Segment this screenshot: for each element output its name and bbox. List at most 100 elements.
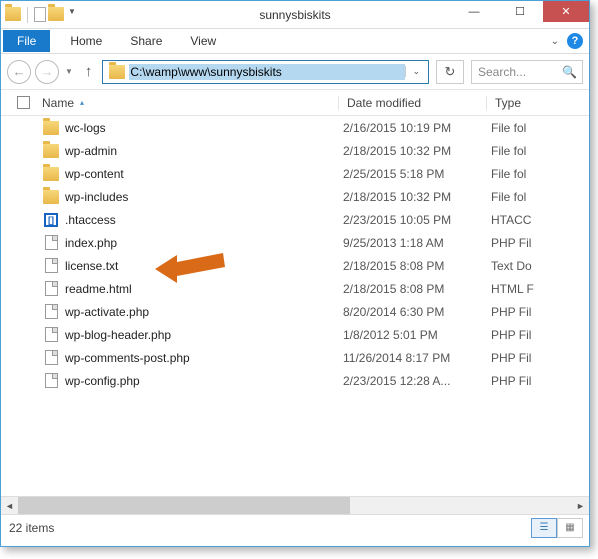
help-icon[interactable]: ? bbox=[567, 33, 583, 49]
address-input[interactable] bbox=[129, 64, 405, 80]
file-icon bbox=[45, 304, 58, 319]
table-row[interactable]: wp-config.php2/23/2015 12:28 A...PHP Fil bbox=[1, 369, 589, 392]
address-dropdown-icon[interactable]: ⌄ bbox=[405, 66, 426, 77]
column-date[interactable]: Date modified bbox=[338, 96, 486, 110]
item-count: 22 items bbox=[9, 521, 54, 535]
tab-share[interactable]: Share bbox=[116, 30, 176, 52]
table-row[interactable]: wc-logs2/16/2015 10:19 PMFile fol bbox=[1, 116, 589, 139]
file-type: PHP Fil bbox=[491, 328, 531, 342]
table-row[interactable]: wp-content2/25/2015 5:18 PMFile fol bbox=[1, 162, 589, 185]
table-row[interactable]: wp-admin2/18/2015 10:32 PMFile fol bbox=[1, 139, 589, 162]
forward-button[interactable]: → bbox=[35, 60, 59, 84]
table-row[interactable]: wp-activate.php8/20/2014 6:30 PMPHP Fil bbox=[1, 300, 589, 323]
tab-file[interactable]: File bbox=[3, 30, 50, 52]
minimize-button[interactable]: — bbox=[451, 1, 497, 22]
column-name[interactable]: Name▴ bbox=[42, 96, 338, 110]
file-icon bbox=[45, 235, 58, 250]
htaccess-icon: [] bbox=[44, 213, 58, 227]
close-button[interactable]: ✕ bbox=[543, 1, 589, 22]
file-name: index.php bbox=[65, 236, 343, 250]
file-icon bbox=[45, 350, 58, 365]
file-list: wc-logs2/16/2015 10:19 PMFile folwp-admi… bbox=[1, 116, 589, 496]
table-row[interactable]: license.txt2/18/2015 8:08 PMText Do bbox=[1, 254, 589, 277]
file-name: wp-activate.php bbox=[65, 305, 343, 319]
search-placeholder: Search... bbox=[478, 65, 526, 79]
titlebar: ▼ sunnysbiskits — ☐ ✕ bbox=[1, 1, 589, 29]
search-input[interactable]: Search... 🔍 bbox=[471, 60, 583, 84]
file-name: wp-blog-header.php bbox=[65, 328, 343, 342]
file-name: .htaccess bbox=[65, 213, 343, 227]
refresh-button[interactable]: ↻ bbox=[436, 60, 464, 84]
file-type: PHP Fil bbox=[491, 236, 531, 250]
tab-home[interactable]: Home bbox=[56, 30, 116, 52]
window-icon[interactable] bbox=[5, 7, 21, 21]
file-date: 11/26/2014 8:17 PM bbox=[343, 351, 491, 365]
maximize-button[interactable]: ☐ bbox=[497, 1, 543, 22]
file-type: PHP Fil bbox=[491, 351, 531, 365]
up-button[interactable]: ↑ bbox=[79, 63, 99, 80]
file-type: Text Do bbox=[491, 259, 532, 273]
table-row[interactable]: wp-blog-header.php1/8/2012 5:01 PMPHP Fi… bbox=[1, 323, 589, 346]
ribbon-expand-icon[interactable]: ⌄ bbox=[551, 36, 559, 47]
icons-view-button[interactable]: ▦ bbox=[557, 518, 583, 538]
file-name: wc-logs bbox=[65, 121, 343, 135]
file-date: 2/16/2015 10:19 PM bbox=[343, 121, 491, 135]
search-icon: 🔍 bbox=[562, 65, 577, 79]
file-icon bbox=[45, 281, 58, 296]
file-name: readme.html bbox=[65, 282, 343, 296]
table-row[interactable]: wp-comments-post.php11/26/2014 8:17 PMPH… bbox=[1, 346, 589, 369]
file-date: 9/25/2013 1:18 AM bbox=[343, 236, 491, 250]
file-name: license.txt bbox=[65, 259, 343, 273]
table-row[interactable]: [].htaccess2/23/2015 10:05 PMHTACC bbox=[1, 208, 589, 231]
scroll-left-icon[interactable]: ◄ bbox=[1, 497, 18, 514]
qat-properties-icon[interactable] bbox=[34, 7, 46, 22]
file-date: 1/8/2012 5:01 PM bbox=[343, 328, 491, 342]
file-type: PHP Fil bbox=[491, 374, 531, 388]
select-all-checkbox[interactable] bbox=[17, 96, 30, 109]
column-headers: Name▴ Date modified Type bbox=[1, 90, 589, 116]
explorer-window: ▼ sunnysbiskits — ☐ ✕ File Home Share Vi… bbox=[0, 0, 590, 547]
file-icon bbox=[45, 327, 58, 342]
sort-indicator-icon: ▴ bbox=[80, 98, 84, 107]
file-date: 2/25/2015 5:18 PM bbox=[343, 167, 491, 181]
qat-newfolder-icon[interactable] bbox=[48, 7, 64, 21]
file-name: wp-includes bbox=[65, 190, 343, 204]
scroll-thumb[interactable] bbox=[18, 497, 350, 514]
table-row[interactable]: wp-includes2/18/2015 10:32 PMFile fol bbox=[1, 185, 589, 208]
address-bar[interactable]: ⌄ bbox=[102, 60, 429, 84]
horizontal-scrollbar[interactable]: ◄ ► bbox=[1, 496, 589, 514]
folder-icon bbox=[43, 167, 59, 181]
table-row[interactable]: index.php9/25/2013 1:18 AMPHP Fil bbox=[1, 231, 589, 254]
file-type: File fol bbox=[491, 144, 526, 158]
file-type: File fol bbox=[491, 167, 526, 181]
folder-icon bbox=[43, 121, 59, 135]
file-date: 8/20/2014 6:30 PM bbox=[343, 305, 491, 319]
address-folder-icon bbox=[109, 65, 125, 79]
column-type[interactable]: Type bbox=[486, 96, 589, 110]
table-row[interactable]: readme.html2/18/2015 8:08 PMHTML F bbox=[1, 277, 589, 300]
history-dropdown-icon[interactable]: ▼ bbox=[65, 67, 73, 76]
scroll-right-icon[interactable]: ► bbox=[572, 497, 589, 514]
file-date: 2/23/2015 10:05 PM bbox=[343, 213, 491, 227]
back-button[interactable]: ← bbox=[7, 60, 31, 84]
file-date: 2/18/2015 10:32 PM bbox=[343, 144, 491, 158]
qat-dropdown-icon[interactable]: ▼ bbox=[68, 7, 76, 23]
file-icon bbox=[45, 373, 58, 388]
file-date: 2/18/2015 8:08 PM bbox=[343, 259, 491, 273]
status-bar: 22 items ☰ ▦ bbox=[1, 514, 589, 540]
window-title: sunnysbiskits bbox=[259, 8, 330, 22]
file-name: wp-admin bbox=[65, 144, 343, 158]
file-name: wp-content bbox=[65, 167, 343, 181]
folder-icon bbox=[43, 144, 59, 158]
file-type: PHP Fil bbox=[491, 305, 531, 319]
file-type: HTML F bbox=[491, 282, 534, 296]
file-name: wp-config.php bbox=[65, 374, 343, 388]
file-date: 2/18/2015 10:32 PM bbox=[343, 190, 491, 204]
file-date: 2/18/2015 8:08 PM bbox=[343, 282, 491, 296]
details-view-button[interactable]: ☰ bbox=[531, 518, 557, 538]
navigation-bar: ← → ▼ ↑ ⌄ ↻ Search... 🔍 bbox=[1, 54, 589, 90]
tab-view[interactable]: View bbox=[176, 30, 230, 52]
folder-icon bbox=[43, 190, 59, 204]
ribbon: File Home Share View ⌄ ? bbox=[1, 29, 589, 54]
file-icon bbox=[45, 258, 58, 273]
